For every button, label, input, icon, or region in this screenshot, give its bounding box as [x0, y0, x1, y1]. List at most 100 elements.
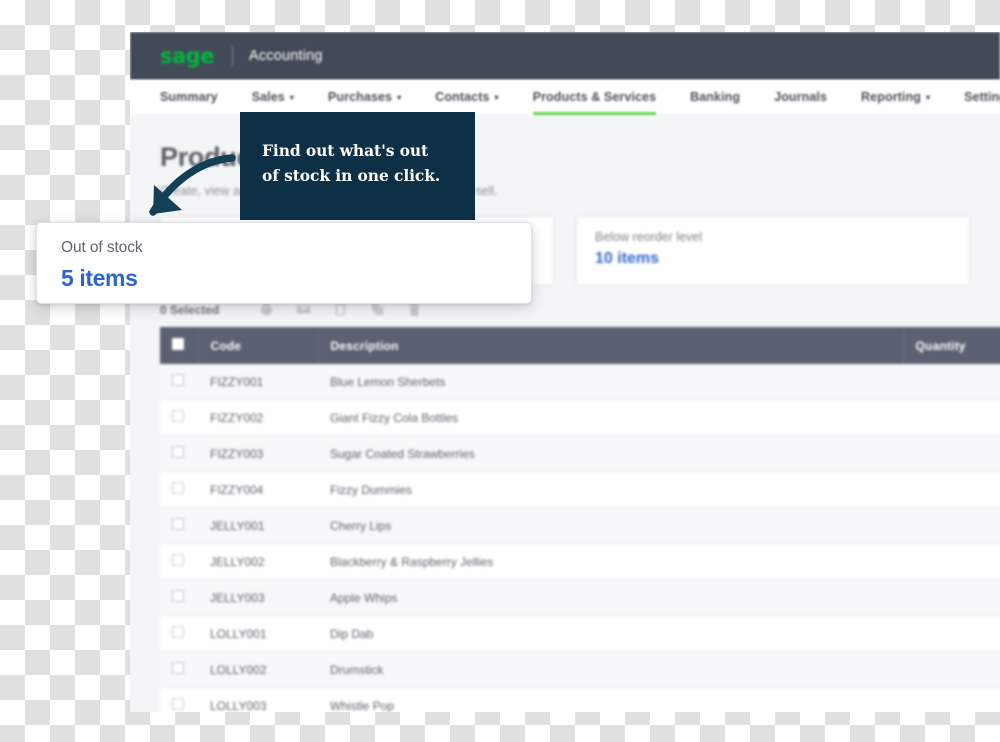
nav-item-sales[interactable]: Sales ▾	[252, 80, 294, 115]
row-checkbox[interactable]	[172, 698, 184, 710]
cell-description: Giant Fizzy Cola Bottles	[318, 399, 903, 436]
nav-label: Settings	[964, 90, 1000, 104]
transparency-canvas: sage Accounting Summary Sales ▾ Purchases…	[0, 0, 1000, 742]
table-head: Code Description Quantity	[160, 327, 1000, 364]
kpi-label: Below reorder level	[595, 230, 702, 244]
row-select-cell[interactable]	[160, 687, 198, 712]
row-select-cell[interactable]	[160, 579, 198, 616]
table-row[interactable]: FIZZY001 Blue Lemon Sherbets	[160, 364, 1000, 400]
row-checkbox[interactable]	[172, 590, 184, 602]
column-header-code[interactable]: Code	[198, 327, 319, 364]
brand-divider	[231, 45, 233, 67]
nav-item-settings[interactable]: Settings	[964, 80, 1000, 115]
out-of-stock-card[interactable]: Out of stock 5 items	[36, 222, 532, 304]
callout-tooltip: Find out what's out of stock in one clic…	[240, 112, 475, 220]
chevron-down-icon: ▾	[925, 93, 931, 102]
row-checkbox[interactable]	[172, 446, 184, 458]
row-select-cell[interactable]	[160, 435, 198, 472]
cell-code: JELLY003	[198, 579, 318, 616]
duplicate-icon[interactable]	[370, 302, 385, 317]
cell-quantity	[903, 435, 1000, 472]
cell-description: Apple Whips	[318, 579, 903, 616]
row-checkbox[interactable]	[172, 410, 184, 422]
cell-code: FIZZY001	[198, 364, 318, 400]
out-of-stock-value[interactable]: 5 items	[61, 265, 531, 292]
cell-quantity	[903, 364, 1000, 400]
cell-quantity	[903, 471, 1000, 508]
products-table[interactable]: Code Description Quantity FIZZY001 Blue L…	[160, 327, 1000, 712]
kpi-value: 10 items	[595, 250, 660, 267]
copy-icon[interactable]	[333, 302, 348, 317]
callout-text: Find out what's out of stock in one clic…	[262, 138, 475, 188]
cell-description: Whistle Pop	[318, 687, 903, 712]
cell-quantity	[903, 615, 1000, 652]
nav-item-summary[interactable]: Summary	[160, 80, 218, 115]
cell-code: LOLLY002	[198, 651, 318, 688]
nav-item-purchases[interactable]: Purchases ▾	[328, 80, 401, 115]
row-checkbox[interactable]	[172, 518, 184, 530]
cell-description: Blue Lemon Sherbets	[318, 364, 903, 400]
sage-logo[interactable]: sage	[160, 44, 214, 68]
cell-quantity	[903, 687, 1000, 712]
delete-icon[interactable]	[407, 302, 422, 317]
out-of-stock-label: Out of stock	[61, 239, 143, 256]
column-header-description[interactable]: Description	[318, 327, 904, 364]
nav-label: Journals	[774, 90, 828, 104]
chevron-down-icon: ▾	[397, 93, 402, 102]
table-row[interactable]: JELLY003 Apple Whips	[160, 579, 1000, 616]
row-select-cell[interactable]	[160, 615, 198, 652]
row-select-cell[interactable]	[160, 399, 198, 436]
cell-code: JELLY002	[198, 543, 318, 580]
cell-description: Blackberry & Raspberry Jellies	[318, 543, 903, 580]
cell-quantity	[903, 543, 1000, 580]
cell-quantity	[903, 507, 1000, 544]
cell-quantity	[903, 579, 1000, 616]
table-row[interactable]: JELLY001 Cherry Lips	[160, 507, 1000, 544]
row-checkbox[interactable]	[172, 374, 184, 386]
table-row[interactable]: LOLLY001 Dip Dab	[160, 615, 1000, 652]
nav-label: Reporting	[861, 90, 921, 104]
chevron-down-icon: ▾	[494, 93, 499, 102]
table-row[interactable]: LOLLY002 Drumstick	[160, 651, 1000, 688]
cell-code: FIZZY004	[198, 471, 318, 508]
row-select-cell[interactable]	[160, 471, 198, 508]
nav-item-reporting[interactable]: Reporting ▾	[861, 80, 930, 115]
print-icon[interactable]	[259, 302, 274, 317]
table-row[interactable]: FIZZY003 Sugar Coated Strawberries	[160, 435, 1000, 472]
callout-line-2: of stock in one click.	[262, 166, 441, 186]
row-checkbox[interactable]	[172, 554, 184, 566]
row-select-cell[interactable]	[160, 651, 198, 688]
row-select-cell[interactable]	[160, 543, 198, 580]
row-checkbox[interactable]	[172, 482, 184, 494]
table-row[interactable]: JELLY002 Blackberry & Raspberry Jellies	[160, 543, 1000, 580]
row-checkbox[interactable]	[172, 662, 184, 674]
row-select-cell[interactable]	[160, 507, 198, 544]
cell-description: Fizzy Dummies	[318, 471, 903, 508]
cell-code: LOLLY001	[198, 615, 318, 652]
cell-description: Drumstick	[318, 651, 903, 688]
callout-line-1: Find out what's out	[262, 141, 429, 160]
email-icon[interactable]	[296, 302, 311, 317]
cell-description: Cherry Lips	[318, 507, 903, 544]
table-row[interactable]: FIZZY002 Giant Fizzy Cola Bottles	[160, 399, 1000, 436]
nav-item-journals[interactable]: Journals	[774, 80, 827, 115]
nav-item-banking[interactable]: Banking	[690, 80, 740, 115]
nav-item-contacts[interactable]: Contacts ▾	[435, 80, 498, 115]
column-header-quantity[interactable]: Quantity	[903, 327, 1000, 364]
table-row[interactable]: FIZZY004 Fizzy Dummies	[160, 471, 1000, 508]
cell-description: Dip Dab	[318, 615, 903, 652]
brand-bar: sage Accounting	[130, 32, 1000, 80]
cell-code: JELLY001	[198, 507, 318, 544]
kpi-tile-below-reorder-level[interactable]: Below reorder level 10 items	[576, 216, 970, 286]
row-select-cell[interactable]	[160, 364, 198, 400]
nav-label: Purchases	[327, 90, 393, 104]
nav-item-products-and-services[interactable]: Products & Services	[532, 80, 657, 115]
table-row[interactable]: LOLLY003 Whistle Pop	[160, 687, 1000, 712]
row-checkbox[interactable]	[172, 626, 184, 638]
cell-code: FIZZY003	[198, 435, 318, 472]
main-navigation[interactable]: Summary Sales ▾ Purchases ▾ Contacts ▾ Prod…	[130, 80, 1000, 116]
select-all-checkbox[interactable]	[172, 338, 184, 350]
table-body: FIZZY001 Blue Lemon Sherbets FIZZY002 Giant…	[160, 364, 1000, 712]
select-all-header[interactable]	[160, 327, 199, 364]
cell-code: FIZZY002	[198, 399, 318, 436]
